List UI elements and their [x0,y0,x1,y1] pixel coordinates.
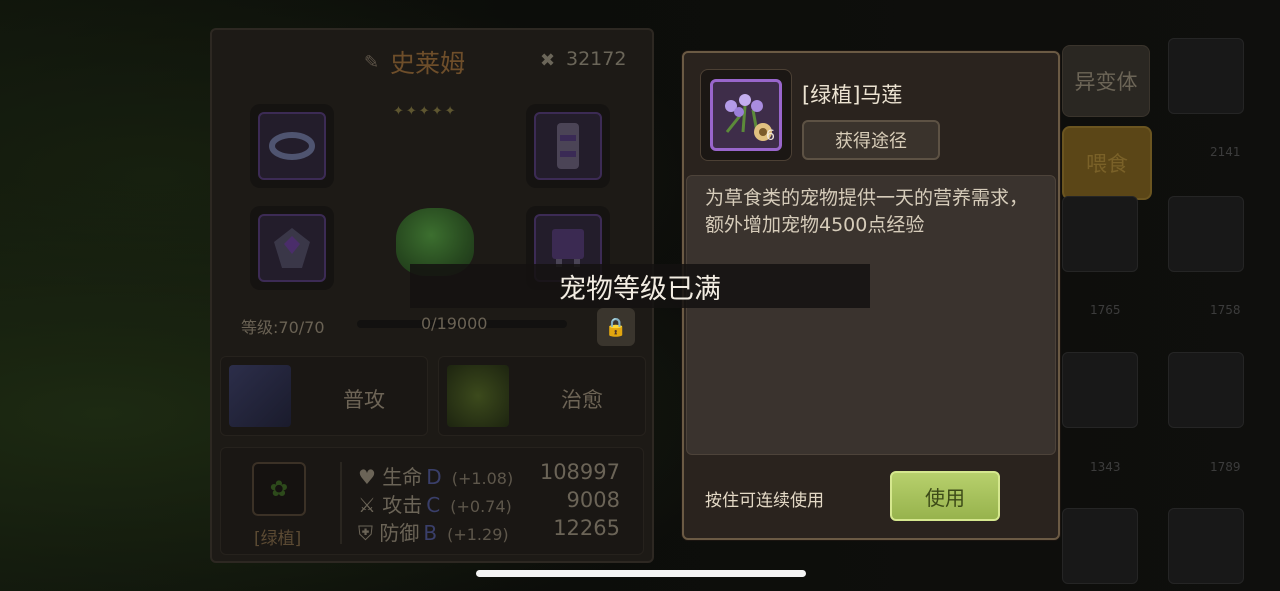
pet-card[interactable] [1062,508,1138,584]
stat-attack: ⚔ 攻击 C (+0.74) [358,493,512,517]
food-type-label: [绿植] [254,529,302,549]
pet-level: 等级:70/70 [241,318,325,337]
pet-card[interactable] [1168,352,1244,428]
stat-hp-value: 108997 [539,460,620,484]
stat-defense: ⛨ 防御 B (+1.29) [358,521,509,545]
stat-defense-value: 12265 [553,516,620,540]
skill-label: 普攻 [343,388,385,412]
equip-slot-ring[interactable] [250,104,334,188]
use-button[interactable]: 使用 [890,471,1000,521]
gem-amulet-icon [274,228,310,268]
edit-name-icon[interactable]: ✎ [364,52,384,73]
pet-card[interactable] [1062,196,1138,272]
home-indicator[interactable] [476,570,806,577]
star-rating: ✦✦✦✦✦ [393,104,458,119]
hold-hint: 按住可连续使用 [705,491,824,511]
lock-icon: 🔒 [604,316,628,338]
item-description: 为草食类的宠物提供一天的营养需求，额外增加宠物4500点经验 [705,187,1029,236]
lock-button[interactable]: 🔒 [597,308,635,346]
skill-basic-attack[interactable]: 普攻 [220,356,428,436]
clover-icon: ✿ [269,476,289,502]
crossed-swords-icon: ✖ [540,50,556,71]
stat-attack-value: 9008 [566,488,620,512]
skill-label: 治愈 [561,388,603,412]
pet-card-number: 1758 [1210,303,1241,317]
divider [340,462,342,544]
pet-card[interactable] [1168,196,1244,272]
pet-card[interactable] [1168,508,1244,584]
pet-card[interactable] [1062,352,1138,428]
heart-icon: ♥ [358,465,376,489]
tab-feed[interactable]: 喂食 [1062,126,1152,200]
item-name: [绿植]马莲 [802,83,903,107]
equip-slot-amulet[interactable] [250,206,334,290]
exp-text: 0/19000 [421,314,488,333]
ring-icon [269,132,315,160]
pet-card-number: 2141 [1210,145,1241,159]
toast-message: 宠物等级已满 [410,264,870,308]
item-count: 6 [766,128,775,144]
skill-heal[interactable]: 治愈 [438,356,646,436]
tab-mutant[interactable]: 异变体 [1062,45,1150,117]
pet-card-number: 1789 [1210,460,1241,474]
pet-card-number: 1343 [1090,460,1121,474]
equip-slot-armor[interactable] [526,104,610,188]
pet-card-number: 1765 [1090,303,1121,317]
pet-name: 史莱姆 [390,49,466,78]
food-type-slot: ✿ [252,462,306,516]
sword-icon: ⚔ [358,493,376,517]
stat-hp: ♥ 生命 D (+1.08) [358,465,514,489]
claw-icon [229,365,291,427]
pet-card[interactable] [1168,38,1244,114]
combat-power: 32172 [566,48,627,70]
heal-paw-icon [447,365,509,427]
obtain-source-button[interactable]: 获得途径 [802,120,940,160]
shield-icon: ⛨ [358,521,373,545]
armor-icon [557,123,579,169]
